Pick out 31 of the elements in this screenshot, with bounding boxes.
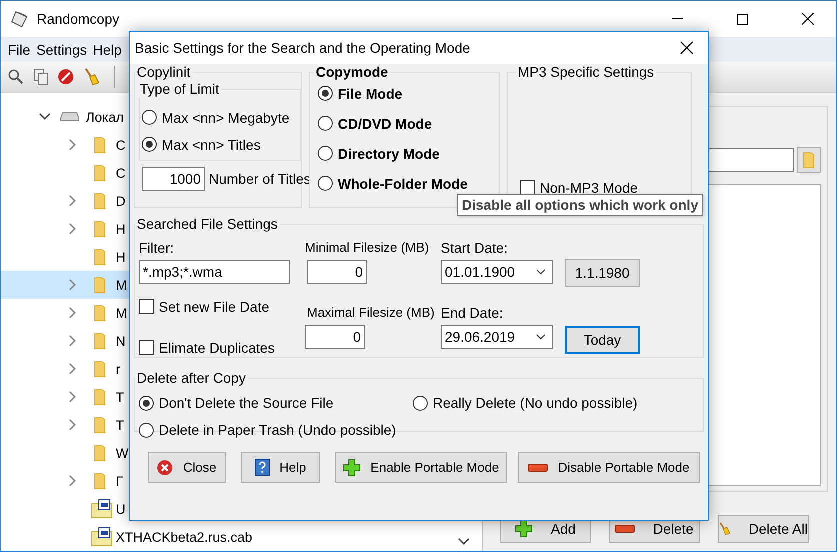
group-title: MP3 Specific Settings	[517, 64, 656, 81]
tree-item-label: M	[116, 278, 128, 292]
group-title: Searched File Settings	[136, 216, 279, 233]
field-label: Start Date:	[441, 239, 509, 257]
window-title: Randomcopy	[37, 11, 120, 27]
tree-item-label: XTHACKbeta2.rus.cab	[116, 530, 253, 544]
dialog-title: Basic Settings for the Search and the Operating Mode	[135, 40, 470, 56]
tree-item-label: M	[116, 306, 128, 320]
tree-item-label: C	[116, 138, 126, 152]
field-label: Filter:	[139, 239, 175, 257]
tree-item-label: W	[116, 446, 129, 460]
tree-item-label: Локал	[86, 110, 124, 124]
tree-item-label: r	[116, 362, 120, 376]
field-label: Maximal Filesize (MB)	[307, 304, 436, 322]
group-title: Copymode	[315, 64, 390, 81]
group-title: Delete after Copy	[136, 370, 247, 387]
hint-tooltip: Disable all options which work only	[457, 194, 704, 216]
tree-item-label: N	[116, 334, 126, 348]
tree-item-label: Г	[116, 474, 124, 488]
tree-item-label: H	[116, 250, 126, 264]
tree-item-label: D	[116, 194, 126, 208]
group-title: Type of Limit	[139, 81, 220, 98]
field-label: Number of Titles	[209, 171, 311, 187]
tree-item-label: T	[116, 418, 124, 432]
tree-item-label: H	[116, 222, 126, 236]
group-title: Copylinit	[136, 64, 192, 81]
field-label: Minimal Filesize (MB)	[305, 239, 430, 257]
tree-item-label: U	[116, 502, 126, 516]
field-label: End Date:	[441, 304, 504, 322]
tree-item-label: C	[116, 166, 126, 180]
tree-item-label: T	[116, 390, 124, 404]
